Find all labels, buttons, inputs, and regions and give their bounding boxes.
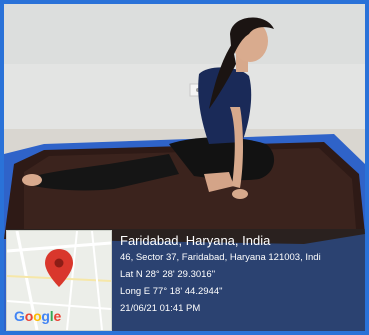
photo-frame: Google Faridabad, Haryana, India 46, Sec… <box>0 0 369 335</box>
geotag-text: Faridabad, Haryana, India 46, Sector 37,… <box>120 232 365 319</box>
geotag-latitude: Lat N 28° 28' 29.3016" <box>120 269 216 280</box>
map-thumbnail: Google <box>6 230 112 331</box>
google-logo: Google <box>14 308 62 324</box>
geotag-city: Faridabad, Haryana, India <box>120 233 271 248</box>
geotag-timestamp: 21/06/21 01:41 PM <box>120 303 201 314</box>
geotag-address: 46, Sector 37, Faridabad, Haryana 121003… <box>120 252 321 263</box>
geotag-longitude: Long E 77° 18' 44.2944" <box>120 286 223 297</box>
